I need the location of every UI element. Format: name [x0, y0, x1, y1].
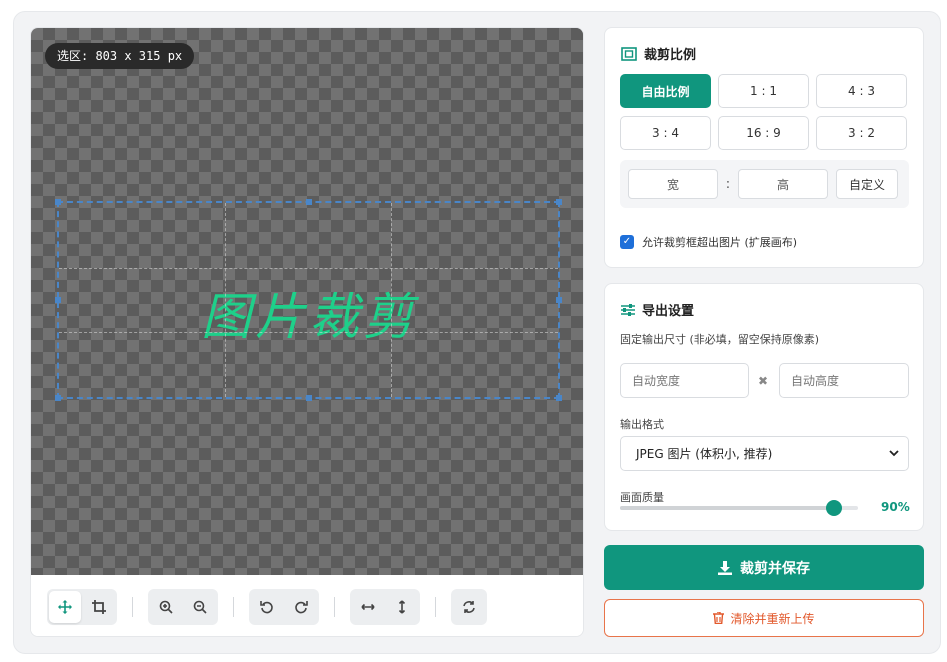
zoom-in-button[interactable] — [150, 591, 182, 623]
custom-ratio-colon: : — [725, 176, 731, 192]
trash-icon — [713, 612, 725, 624]
output-width-input[interactable]: 自动宽度 — [620, 363, 749, 398]
allow-overflow-row[interactable]: ✓ 允许裁剪框超出图片 (扩展画布) — [620, 234, 797, 250]
grid-line — [225, 203, 227, 397]
toolbar-divider — [132, 596, 133, 617]
move-button[interactable] — [49, 590, 81, 623]
clear-reupload-label: 清除并重新上传 — [730, 611, 815, 626]
grid-line — [59, 267, 558, 269]
rotate-right-button[interactable] — [285, 591, 317, 623]
clear-reupload-button[interactable]: 清除并重新上传 — [604, 599, 924, 637]
allow-overflow-checkbox[interactable]: ✓ — [620, 235, 634, 249]
crop-handle-top-left[interactable] — [55, 199, 61, 205]
crop-save-button[interactable]: 裁剪并保存 — [604, 545, 924, 590]
flip-horizontal-icon — [361, 603, 375, 610]
mode-group — [47, 588, 117, 625]
ratio-3-2-button[interactable]: 3 : 2 — [816, 116, 907, 150]
output-height-input[interactable]: 自动高度 — [779, 363, 909, 398]
reset-icon — [463, 600, 475, 613]
crop-handle-top-right[interactable] — [556, 199, 562, 205]
crop-handle-bottom-right[interactable] — [556, 395, 562, 401]
crop-handle-right[interactable] — [556, 297, 562, 303]
flip-vertical-button[interactable] — [386, 591, 418, 623]
times-icon: ✖ — [758, 374, 769, 388]
zoom-out-button[interactable] — [184, 591, 216, 623]
ratio-card: 裁剪比例 自由比例 1 : 1 4 : 3 3 : 4 16 : 9 3 : 2… — [604, 27, 924, 268]
custom-ratio-row: 宽 : 高 自定义 — [620, 160, 909, 208]
custom-width-input[interactable]: 宽 — [628, 169, 718, 199]
format-label: 输出格式 — [620, 418, 664, 431]
crop-frame-icon — [621, 46, 637, 61]
custom-height-input[interactable]: 高 — [738, 169, 828, 199]
zoom-out-icon — [193, 600, 207, 614]
format-select-value: JPEG 图片 (体积小, 推荐) — [636, 447, 773, 461]
reset-button[interactable] — [453, 591, 485, 623]
crop-handle-bottom[interactable] — [305, 395, 312, 401]
ratio-1-1-button[interactable]: 1 : 1 — [718, 74, 809, 108]
crop-button[interactable] — [83, 591, 115, 623]
rotate-right-icon — [295, 600, 308, 613]
zoom-group — [148, 588, 218, 625]
crop-save-label: 裁剪并保存 — [740, 560, 810, 577]
export-title-text: 导出设置 — [642, 304, 695, 319]
reset-group — [451, 588, 487, 625]
selection-size-badge: 选区: 803 x 315 px — [45, 43, 195, 69]
ratio-4-3-button[interactable]: 4 : 3 — [816, 74, 907, 108]
quality-label: 画面质量 — [620, 491, 664, 504]
quality-value: 90% — [881, 500, 910, 514]
download-icon — [718, 560, 732, 575]
move-icon — [58, 599, 72, 614]
crop-handle-left[interactable] — [55, 297, 61, 303]
chevron-down-icon — [889, 450, 899, 457]
quality-slider[interactable] — [620, 500, 858, 516]
toolbar-divider — [435, 596, 436, 617]
zoom-in-icon — [159, 600, 173, 614]
rotate-left-icon — [260, 600, 273, 613]
flip-vertical-icon — [398, 599, 406, 614]
grid-line — [59, 332, 558, 334]
size-label: 固定输出尺寸 (非必填，留空保持原像素) — [620, 333, 820, 346]
ratio-options: 自由比例 1 : 1 4 : 3 3 : 4 16 : 9 3 : 2 — [620, 74, 907, 150]
ratio-16-9-button[interactable]: 16 : 9 — [718, 116, 809, 150]
ratio-free-button[interactable]: 自由比例 — [620, 74, 711, 108]
quality-slider-knob[interactable] — [826, 500, 843, 516]
image-editor: 选区: 803 x 315 px 图片裁剪 — [30, 27, 584, 637]
rotate-left-button[interactable] — [251, 591, 283, 623]
editor-toolbar — [31, 575, 583, 636]
export-card: 导出设置 固定输出尺寸 (非必填，留空保持原像素) 自动宽度 ✖ 自动高度 输出… — [604, 283, 924, 531]
crop-icon — [92, 599, 106, 614]
crop-handle-top[interactable] — [305, 199, 312, 205]
toolbar-divider — [334, 596, 335, 617]
ratio-title-text: 裁剪比例 — [644, 48, 697, 63]
allow-overflow-label: 允许裁剪框超出图片 (扩展画布) — [642, 236, 798, 249]
flip-horizontal-button[interactable] — [352, 591, 384, 623]
crop-handle-bottom-left[interactable] — [55, 395, 61, 401]
sliders-icon — [621, 303, 635, 316]
ratio-card-title: 裁剪比例 — [621, 44, 696, 63]
toolbar-divider — [233, 596, 234, 617]
flip-group — [350, 588, 420, 625]
app-window: 选区: 803 x 315 px 图片裁剪 裁剪比例 自由比例 1: 1 4 … — [13, 11, 941, 654]
rotate-group — [249, 588, 319, 625]
canvas-area[interactable]: 选区: 803 x 315 px 图片裁剪 — [31, 28, 583, 575]
quality-slider-fill — [620, 506, 835, 510]
crop-box[interactable] — [55, 199, 562, 401]
grid-line — [391, 203, 393, 397]
export-card-title: 导出设置 — [621, 300, 694, 319]
custom-ratio-button[interactable]: 自定义 — [836, 169, 898, 199]
format-select[interactable]: JPEG 图片 (体积小, 推荐) — [620, 436, 909, 471]
ratio-3-4-button[interactable]: 3 : 4 — [620, 116, 711, 150]
